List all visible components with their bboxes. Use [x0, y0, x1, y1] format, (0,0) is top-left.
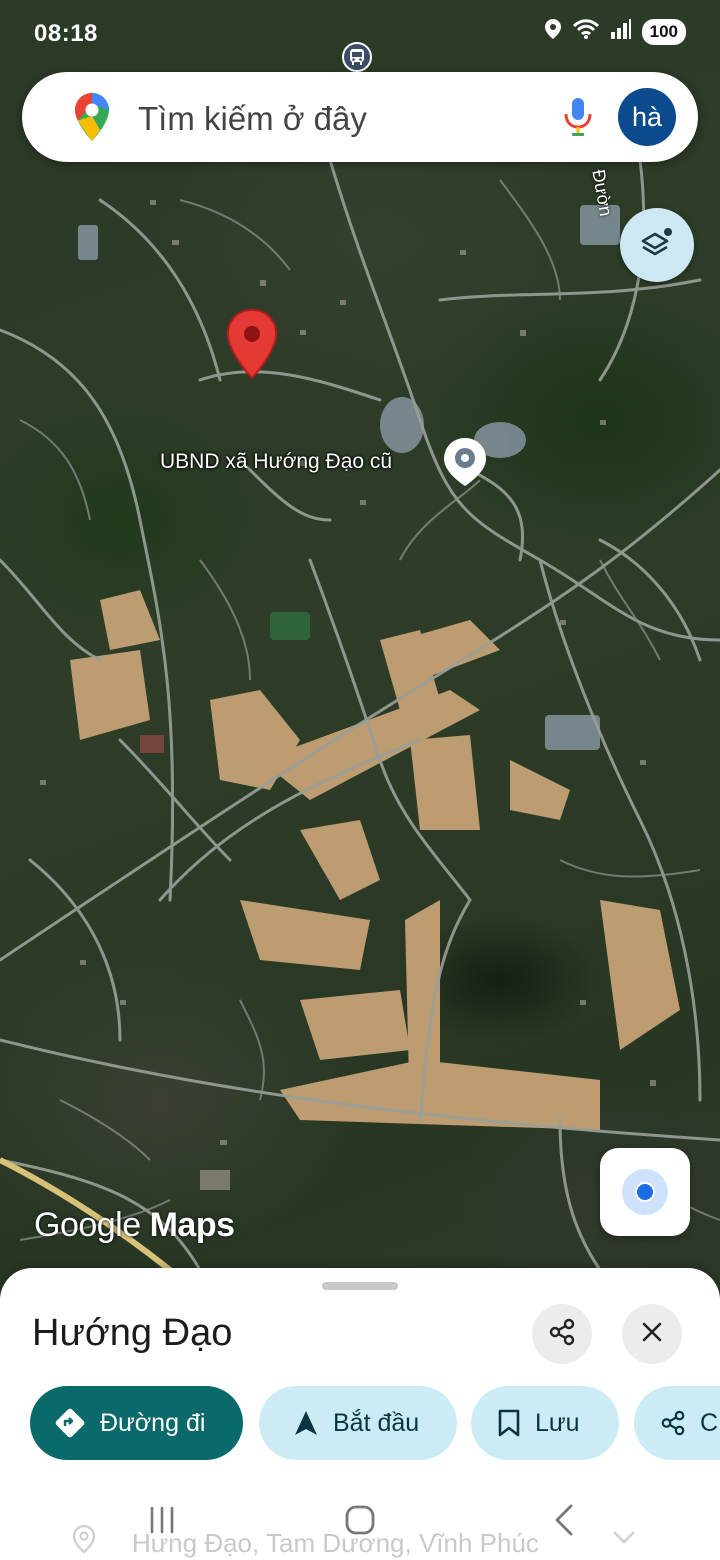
my-location-button[interactable]	[600, 1148, 690, 1236]
share-icon	[548, 1318, 576, 1351]
my-location-icon	[622, 1169, 668, 1215]
place-title: Hướng Đạo	[32, 1312, 233, 1354]
wifi-icon	[572, 18, 600, 45]
watermark-maps: Maps	[149, 1206, 235, 1244]
construction-areas	[70, 590, 680, 1130]
share-chip-label: C	[700, 1408, 719, 1437]
microphone-icon[interactable]	[562, 96, 594, 143]
status-icons: 100	[544, 18, 686, 45]
start-label: Bắt đầu	[333, 1408, 420, 1437]
share-icon	[660, 1410, 686, 1436]
watermark-google: Google	[34, 1206, 141, 1244]
search-bar[interactable]: Tìm kiếm ở đây hà	[22, 72, 698, 162]
status-time: 08:18	[34, 20, 98, 47]
recent-apps-icon[interactable]	[132, 1498, 192, 1542]
start-button[interactable]: Bắt đầu	[259, 1386, 457, 1460]
directions-label: Đường đi	[100, 1408, 206, 1437]
close-icon	[641, 1321, 663, 1348]
drag-handle[interactable]	[322, 1282, 398, 1290]
search-input[interactable]: Tìm kiếm ở đây	[138, 100, 367, 138]
directions-button[interactable]: Đường đi	[30, 1386, 243, 1460]
home-icon[interactable]	[330, 1498, 390, 1542]
directions-icon	[54, 1407, 86, 1439]
share-chip-button[interactable]: C	[634, 1386, 720, 1460]
google-maps-logo-icon	[74, 92, 110, 147]
bus-icon[interactable]	[342, 42, 372, 72]
google-maps-watermark: Google Maps	[34, 1206, 235, 1245]
navigation-arrow-icon	[293, 1409, 319, 1437]
signal-icon	[610, 18, 632, 45]
back-icon[interactable]	[534, 1498, 594, 1542]
share-button[interactable]	[532, 1304, 592, 1364]
location-icon	[544, 18, 562, 45]
action-chips: Đường đi Bắt đầu Lưu C	[30, 1386, 720, 1460]
layers-icon	[639, 226, 675, 265]
bookmark-icon	[497, 1408, 521, 1438]
save-button[interactable]: Lưu	[471, 1386, 619, 1460]
system-nav-bar	[40, 1480, 680, 1560]
save-label: Lưu	[535, 1408, 580, 1437]
close-button[interactable]	[622, 1304, 682, 1364]
avatar[interactable]: hà	[618, 88, 676, 146]
layers-button[interactable]	[620, 208, 694, 282]
battery-indicator: 100	[641, 18, 686, 45]
place-label[interactable]: UBND xã Hướng Đạo cũ	[160, 450, 392, 474]
